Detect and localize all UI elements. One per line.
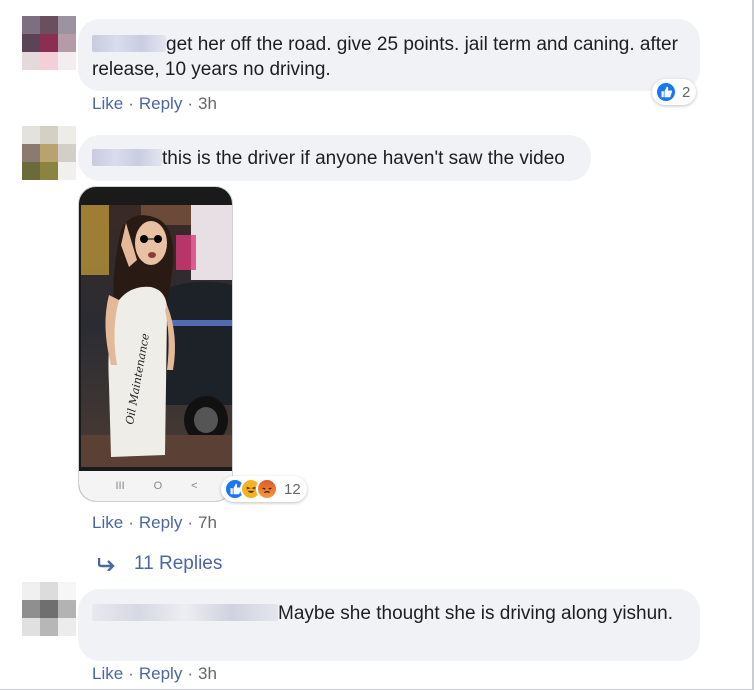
reply-link[interactable]: Reply <box>139 94 182 113</box>
comment-text: this is the driver if anyone haven't saw… <box>162 148 565 169</box>
recents-icon: III <box>115 480 125 492</box>
view-replies-link[interactable]: 11 Replies <box>98 553 222 575</box>
timestamp[interactable]: 3h <box>198 94 217 113</box>
video-attachment[interactable]: Oil Maintenance III O < <box>78 186 233 502</box>
home-icon: O <box>153 480 163 492</box>
comment-thread: get her off the road. give 25 points. ja… <box>0 0 754 690</box>
separator: · <box>128 664 134 683</box>
reaction-summary[interactable]: 2 <box>652 79 697 105</box>
replies-count-label[interactable]: 11 Replies <box>134 553 222 575</box>
video-frame: Oil Maintenance <box>81 205 232 467</box>
redacted-username <box>92 149 162 166</box>
separator: · <box>187 94 193 113</box>
comment-bubble: get her off the road. give 25 points. ja… <box>78 19 700 91</box>
separator: · <box>187 664 193 683</box>
reaction-count: 12 <box>284 480 301 498</box>
separator: · <box>128 94 134 113</box>
redacted-username <box>92 35 166 52</box>
comment-bubble: this is the driver if anyone haven't saw… <box>78 135 591 181</box>
avatar[interactable] <box>22 126 76 180</box>
separator: · <box>187 513 193 532</box>
reply-link[interactable]: Reply <box>139 513 182 532</box>
angry-reaction-icon <box>256 478 278 500</box>
separator: · <box>128 513 134 532</box>
timestamp[interactable]: 7h <box>198 513 217 532</box>
avatar[interactable] <box>22 16 76 70</box>
reaction-summary[interactable]: 12 <box>221 476 307 502</box>
comment-text: Maybe she thought she is driving along y… <box>278 603 674 624</box>
avatar[interactable] <box>22 582 76 636</box>
comment-actions: Like · Reply · 7h <box>92 513 217 533</box>
timestamp[interactable]: 3h <box>198 664 217 683</box>
redacted-username <box>92 604 278 621</box>
comment-actions: Like · Reply · 3h <box>92 94 217 114</box>
back-icon: < <box>191 480 198 492</box>
reaction-count: 2 <box>682 83 691 101</box>
comment-text: get her off the road. give 25 points. ja… <box>92 34 678 80</box>
reply-arrow-icon <box>98 558 115 571</box>
comment-actions: Like · Reply · 3h <box>92 664 217 684</box>
like-link[interactable]: Like <box>92 664 123 683</box>
like-reaction-icon <box>655 81 677 103</box>
like-link[interactable]: Like <box>92 94 123 113</box>
like-link[interactable]: Like <box>92 513 123 532</box>
reply-link[interactable]: Reply <box>139 664 182 683</box>
comment-bubble: Maybe she thought she is driving along y… <box>78 589 700 661</box>
phone-nav-bar: III O < <box>79 471 232 501</box>
